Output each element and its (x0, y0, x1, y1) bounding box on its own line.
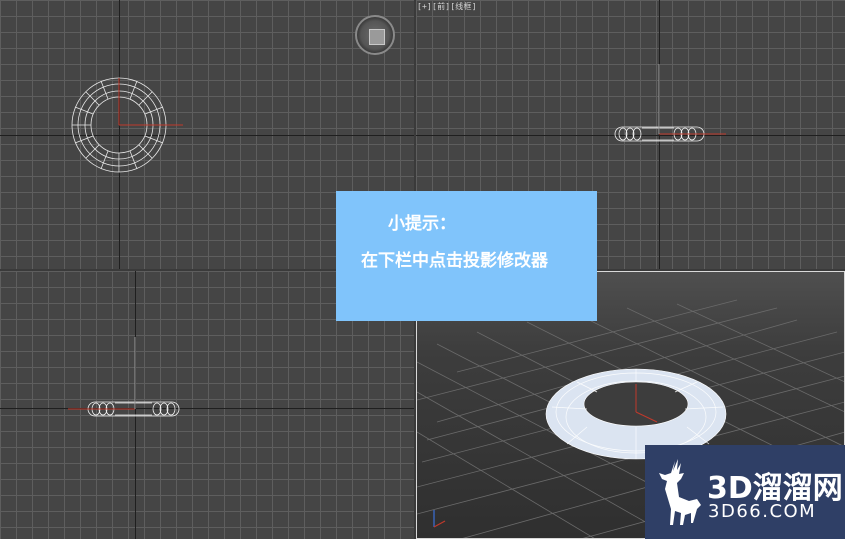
tip-panel: 小提示： 在下栏中点击投影修改器 (336, 191, 597, 321)
viewport-label[interactable]: [+][前][线框] (417, 1, 477, 12)
tip-title: 小提示： (388, 214, 456, 234)
watermark: 3D溜溜网 3D66.COM (645, 445, 845, 539)
tip-body: 在下栏中点击投影修改器 (361, 251, 548, 271)
deer-logo-icon (659, 459, 701, 525)
watermark-domain: 3D66.COM (708, 501, 817, 522)
viewcube-face[interactable] (369, 29, 385, 45)
viewcube-icon[interactable] (355, 15, 395, 55)
